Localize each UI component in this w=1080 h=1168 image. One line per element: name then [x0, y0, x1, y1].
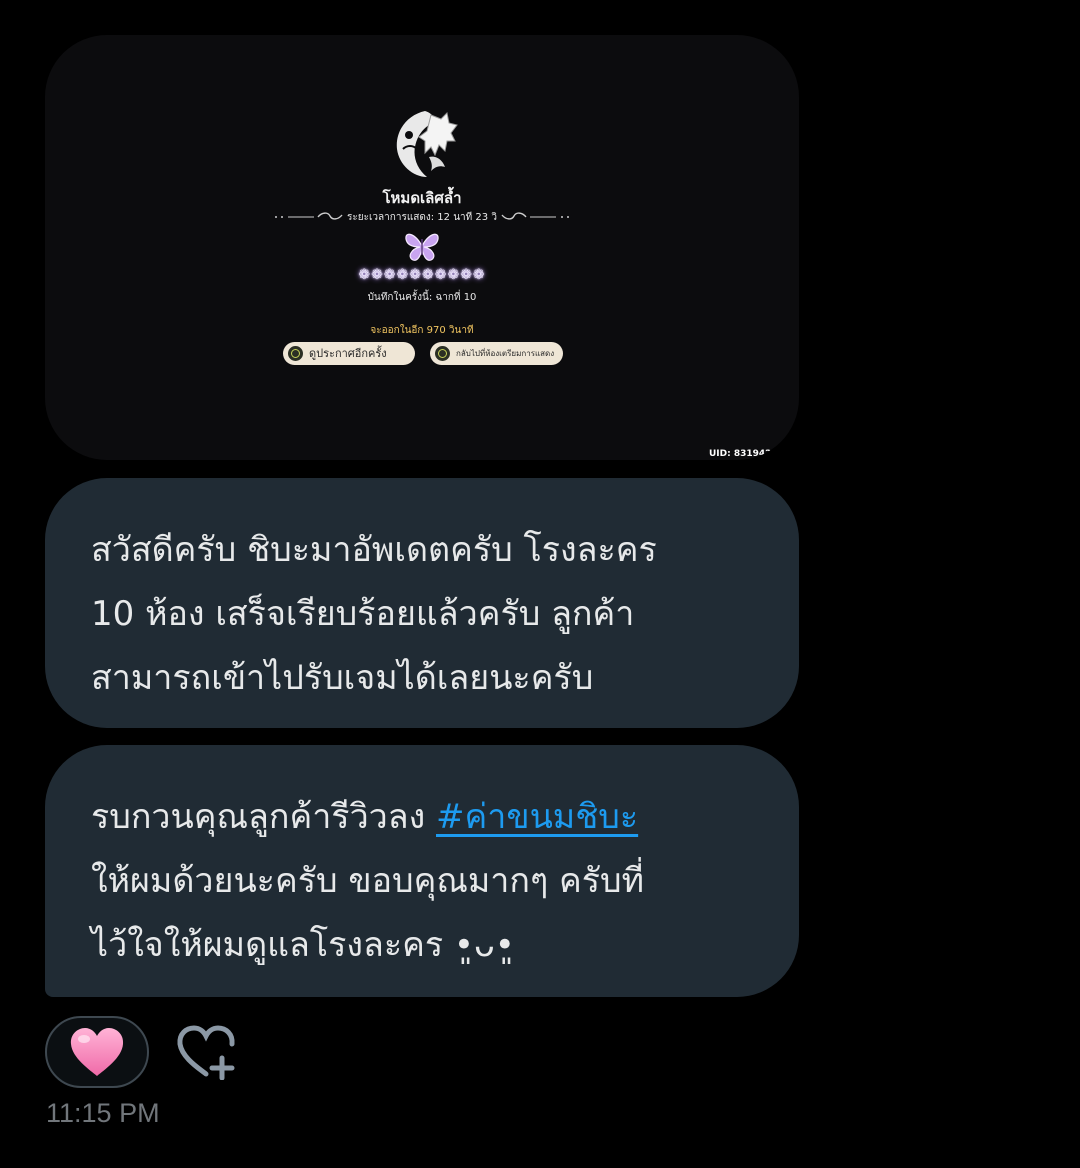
- pink-heart-icon: [70, 1028, 124, 1076]
- heart-plus-icon[interactable]: [176, 1024, 240, 1080]
- message-bubble[interactable]: สวัสดีครับ ชิบะมาอัพเดตครับ โรงละคร 10 ห…: [45, 478, 799, 728]
- butterfly-icon: [405, 233, 439, 261]
- message-timestamp: 11:15 PM: [46, 1098, 160, 1128]
- back-button-label: กลับไปที่ห้องเตรียมการแสดง: [456, 349, 555, 358]
- ornament-right-icon: [501, 212, 570, 220]
- dm-thread: โหมดเลิศล้ำ ระยะเวลาการแสดง: 12 นาที 23 …: [0, 0, 1080, 1168]
- record-label: บันทึกในครั้งนี้: ฉากที่ 10: [367, 292, 477, 303]
- message-line: สวัสดีครับ ชิบะมาอัพเดตครับ โรงละคร: [91, 530, 657, 570]
- replay-button-label: ดูประกาศอีกครั้ง: [309, 347, 387, 360]
- image-attachment[interactable]: โหมดเลิศล้ำ ระยะเวลาการแสดง: 12 นาที 23 …: [45, 35, 799, 460]
- star-rating: ❁❁❁❁❁❁❁❁❁❁: [358, 267, 486, 283]
- leave-timer: จะออกในอีก 970 วินาที: [370, 325, 474, 336]
- heart-reaction-button[interactable]: [45, 1016, 149, 1088]
- message-bubble[interactable]: รบกวนคุณลูกค้ารีวิวลง #ค่าขนมชิบะ ให้ผมด…: [45, 745, 799, 997]
- uid-label: UID: 8319420: [709, 449, 778, 459]
- message-line: ไว้ใจให้ผมดูแลโรงละคร •͈ᴗ•͈: [91, 925, 515, 965]
- message-line: ให้ผมด้วยนะครับ ขอบคุณมากๆ ครับที่: [91, 861, 645, 901]
- replay-announcement-button: ดูประกาศอีกครั้ง: [283, 342, 415, 365]
- game-screenshot: โหมดเลิศล้ำ ระยะเวลาการแสดง: 12 นาที 23 …: [45, 35, 799, 460]
- performance-duration: ระยะเวลาการแสดง: 12 นาที 23 วิ: [45, 210, 799, 225]
- message-text: รบกวนคุณลูกค้ารีวิวลง: [91, 797, 436, 837]
- message-line: สามารถเข้าไปรับเจมได้เลยนะครับ: [91, 658, 594, 698]
- circle-icon: [288, 346, 303, 361]
- hashtag-link[interactable]: #ค่าขนมชิบะ: [436, 797, 638, 837]
- message-line: 10 ห้อง เสร็จเรียบร้อยแล้วครับ ลูกค้า: [91, 594, 635, 634]
- mask-emblem-icon: [396, 111, 458, 177]
- circle-icon: [435, 346, 450, 361]
- message-line: รบกวนคุณลูกค้ารีวิวลง #ค่าขนมชิบะ: [91, 785, 755, 849]
- back-to-prep-room-button: กลับไปที่ห้องเตรียมการแสดง: [430, 342, 563, 365]
- duration-label: ระยะเวลาการแสดง: 12 นาที 23 วิ: [347, 212, 497, 223]
- ornament-left-icon: [274, 212, 343, 220]
- mode-title: โหมดเลิศล้ำ: [382, 189, 462, 207]
